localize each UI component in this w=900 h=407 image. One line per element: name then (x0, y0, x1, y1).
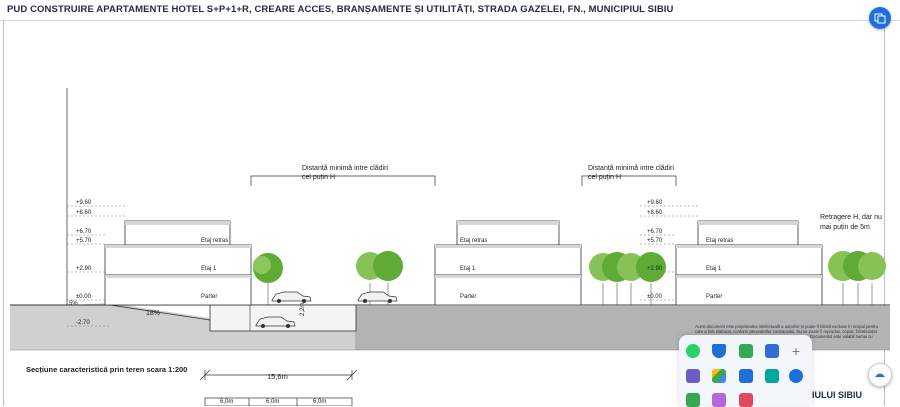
floor-label: Parter (706, 294, 723, 300)
level-label: +8.60 (647, 210, 663, 216)
bottom-dimension: 6,0m (220, 399, 234, 405)
floor-label: Etaj 1 (460, 266, 476, 272)
level-label: -2.70 (76, 320, 90, 326)
distance-note: cel puțin H (588, 174, 622, 181)
info-icon[interactable] (765, 344, 779, 358)
whatsapp-icon[interactable] (686, 344, 700, 358)
floor-label: Etaj retras (460, 238, 488, 244)
level-label: +9.60 (76, 200, 92, 206)
level-label: ±0.00 (76, 294, 91, 300)
system-tray-popup: + (679, 335, 812, 407)
setback-note: mai puțin de 5m (820, 224, 870, 231)
plus-icon[interactable]: + (789, 344, 803, 358)
floor-label: Parter (460, 294, 477, 300)
teams-icon[interactable] (686, 369, 700, 383)
floor-label: Etaj retras (706, 238, 734, 244)
setback-note: Retragere H, dar nu (820, 214, 882, 221)
defender-icon[interactable] (712, 344, 726, 358)
whiteboard-icon[interactable] (765, 369, 779, 383)
slope-label: 18% (146, 310, 161, 317)
chat-icon[interactable] (739, 369, 753, 383)
pen-icon[interactable] (712, 393, 726, 407)
drive-icon[interactable] (712, 369, 726, 383)
meet-icon[interactable] (739, 344, 753, 358)
level-label: +5.70 (76, 238, 92, 244)
bottom-dimension: 6,0m (313, 399, 327, 405)
section-caption: Secțiune caracteristică prin teren scara… (26, 365, 188, 374)
file-icon[interactable] (686, 393, 700, 407)
distance-note: cel puțin H (302, 174, 336, 181)
snip-icon[interactable] (739, 393, 753, 407)
level-label: +8.60 (76, 210, 92, 216)
level-label: +9.60 (647, 200, 663, 206)
distance-note: Distanță minimă intre clădiri (302, 165, 388, 172)
bottom-dimension: 6,0m (266, 399, 280, 405)
distance-note: Distanță minimă intre clădiri (588, 165, 674, 172)
level-label: ±0.00 (647, 294, 662, 300)
ramp-height-label: 2,2m (300, 302, 306, 316)
level-label: +2.90 (647, 266, 663, 272)
floor-label: Etaj 1 (706, 266, 722, 272)
bluetooth-icon[interactable] (789, 369, 803, 383)
level-label: +6.70 (76, 229, 92, 235)
level-label: +5.70 (647, 238, 663, 244)
footer-title-partial: IULUI SIBIU (812, 390, 863, 400)
level-label: +6.70 (647, 229, 663, 235)
level-label: 5% (69, 301, 78, 307)
floor-label: Etaj retras (201, 238, 229, 244)
translate-icon[interactable] (869, 7, 891, 29)
level-label: +2.90 (76, 266, 92, 272)
width-dimension: 15,6m (267, 372, 288, 381)
floor-label: Parter (201, 294, 218, 300)
assistant-icon[interactable] (868, 363, 892, 387)
floor-label: Etaj 1 (201, 266, 217, 272)
